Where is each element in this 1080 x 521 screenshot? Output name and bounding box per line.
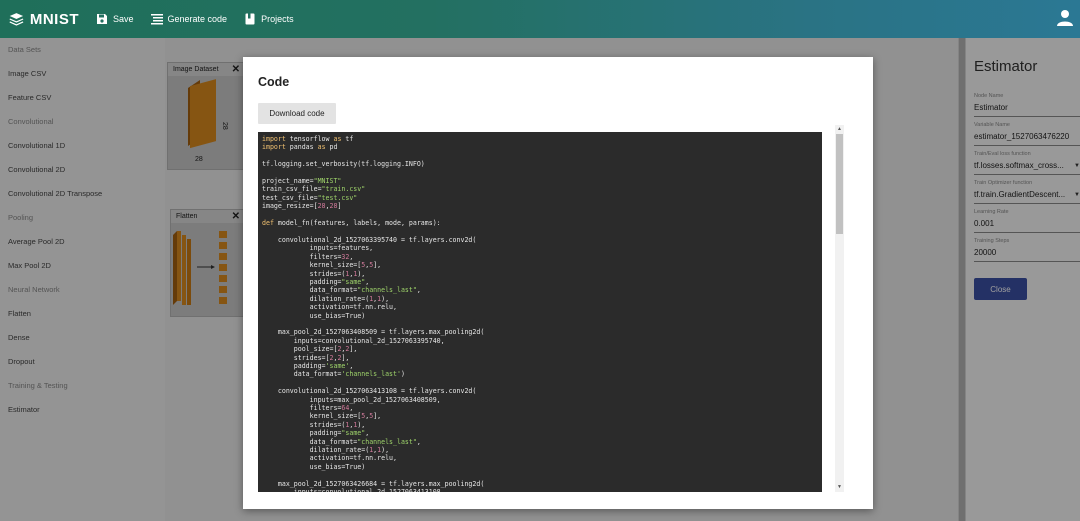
app-title: MNIST xyxy=(29,10,79,28)
top-app-bar: MNIST Save Generate code Projects xyxy=(0,0,1080,38)
dialog-title: Code xyxy=(258,75,290,89)
code-text[interactable]: import tensorflow as tf import pandas as… xyxy=(258,132,822,492)
generate-code-label: Generate code xyxy=(167,14,228,24)
brand: MNIST xyxy=(9,10,79,28)
save-button[interactable]: Save xyxy=(96,13,134,25)
download-code-button[interactable]: Download code xyxy=(258,103,336,124)
account-icon[interactable] xyxy=(1056,9,1074,27)
projects-label: Projects xyxy=(261,14,294,24)
scroll-up-arrow-icon[interactable]: ▲ xyxy=(835,125,844,134)
book-icon xyxy=(245,13,255,25)
save-icon xyxy=(97,14,107,24)
projects-button[interactable]: Projects xyxy=(244,13,294,25)
scroll-down-arrow-icon[interactable]: ▼ xyxy=(835,483,844,492)
scrollbar-thumb[interactable] xyxy=(836,134,843,234)
save-label: Save xyxy=(113,14,134,24)
code-dialog: Code Download code import tensorflow as … xyxy=(243,57,873,509)
layers-logo-icon xyxy=(9,13,24,26)
generate-code-button[interactable]: Generate code xyxy=(150,13,228,25)
code-lines-icon xyxy=(150,14,163,25)
code-scrollbar[interactable]: ▲ ▼ xyxy=(835,125,844,492)
code-viewer[interactable]: import tensorflow as tf import pandas as… xyxy=(258,132,822,492)
